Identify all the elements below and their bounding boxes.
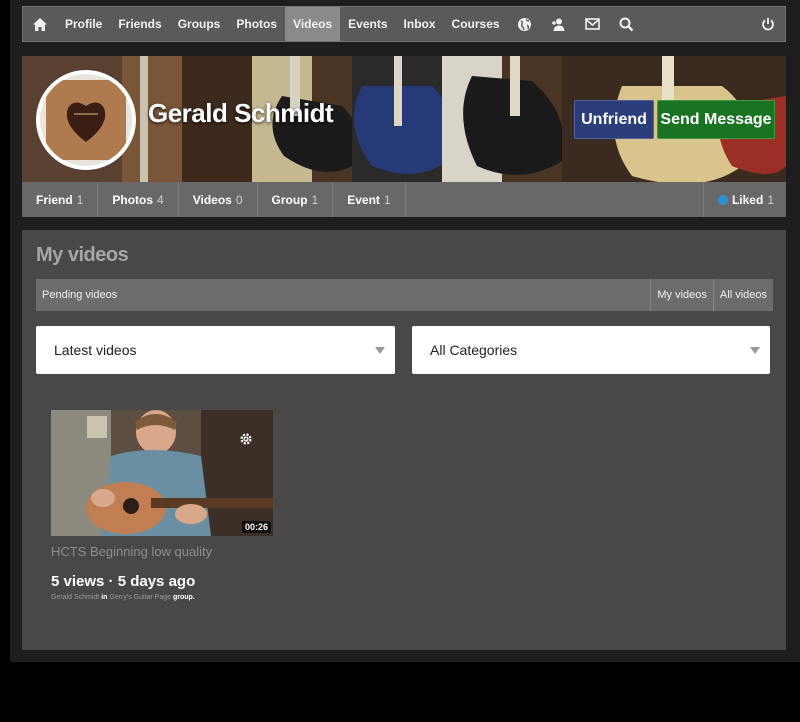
category-select-value: All Categories (430, 342, 518, 358)
all-videos-link[interactable]: All videos (712, 279, 773, 311)
nav-courses[interactable]: Courses (444, 7, 508, 41)
liked-button[interactable]: Liked 1 (702, 182, 786, 217)
gear-icon[interactable] (239, 432, 253, 451)
mail-button[interactable] (576, 7, 610, 41)
tab-count: 0 (235, 192, 243, 207)
video-thumbnail[interactable]: 00:26 (51, 410, 273, 536)
home-button[interactable] (23, 7, 57, 41)
video-duration: 00:26 (241, 521, 271, 533)
tab-label: Videos (192, 192, 232, 207)
nav-friends[interactable]: Friends (110, 7, 169, 41)
friend-requests-icon (551, 17, 566, 32)
sort-select[interactable]: Latest videos (36, 326, 395, 374)
my-videos-link[interactable]: My videos (650, 279, 713, 311)
video-meta-group: group. (172, 594, 195, 601)
nav-videos[interactable]: Videos (285, 7, 341, 41)
nav-groups[interactable]: Groups (170, 7, 229, 41)
globe-button[interactable] (508, 7, 542, 41)
tab-event[interactable]: Event 1 (333, 182, 406, 217)
video-card: 00:26 HCTS Beginning low quality 5 views… (51, 410, 273, 601)
videos-subnav: Pending videos My videos All videos (36, 279, 773, 311)
avatar[interactable] (36, 70, 136, 170)
tab-videos[interactable]: Videos 0 (179, 182, 258, 217)
tab-label: Photos (112, 192, 154, 207)
pending-videos-link[interactable]: Pending videos (36, 279, 123, 311)
send-message-button[interactable]: Send Message (657, 100, 775, 139)
chevron-down-icon (750, 347, 760, 354)
tab-count: 1 (76, 192, 84, 207)
profile-tabs: Friend 1 Photos 4 Videos 0 Group 1 Event… (22, 182, 786, 217)
search-button[interactable] (610, 7, 644, 41)
profile-cover: Gerald Schmidt Unfriend Send Message (22, 56, 786, 182)
tab-label: Group (271, 192, 308, 207)
tab-group[interactable]: Group 1 (258, 182, 334, 217)
video-author-link[interactable]: Gerald Schmidt (51, 594, 99, 601)
nav-photos[interactable]: Photos (228, 7, 285, 41)
logout-button[interactable] (751, 7, 785, 41)
profile-name: Gerald Schmidt (148, 98, 334, 128)
chevron-down-icon (375, 347, 385, 354)
top-navigation: Profile Friends Groups Photos Videos Eve… (22, 6, 786, 42)
tab-count: 1 (311, 192, 319, 207)
avatar-photo (46, 80, 126, 160)
guitar-pick-logo (46, 80, 126, 160)
liked-label: Liked (731, 192, 764, 207)
power-icon (761, 17, 775, 31)
liked-count: 1 (767, 192, 774, 207)
video-meta: Gerald Schmidt in Gerry's Guitar Page gr… (51, 594, 273, 601)
globe-icon (517, 17, 532, 32)
tab-count: 1 (383, 192, 391, 207)
tab-photos[interactable]: Photos 4 (98, 182, 179, 217)
mail-icon (585, 18, 600, 30)
video-meta-in: in (101, 594, 108, 601)
tab-label: Friend (36, 192, 73, 207)
videos-panel: My videos Pending videos My videos All v… (22, 230, 786, 650)
page-title: My videos (36, 244, 129, 266)
like-icon (717, 194, 728, 205)
unfriend-button[interactable]: Unfriend (574, 100, 654, 139)
category-select[interactable]: All Categories (412, 326, 770, 374)
nav-profile[interactable]: Profile (57, 7, 110, 41)
video-stats: 5 views · 5 days ago (51, 573, 196, 590)
tab-friend[interactable]: Friend 1 (22, 182, 99, 217)
video-thumbnail-image (51, 410, 273, 536)
nav-events[interactable]: Events (340, 7, 395, 41)
tab-label: Event (347, 192, 380, 207)
search-icon (619, 17, 634, 32)
nav-inbox[interactable]: Inbox (396, 7, 444, 41)
tab-count: 4 (157, 192, 164, 207)
video-group-link[interactable]: Gerry's Guitar Page (109, 594, 171, 601)
friend-requests-button[interactable] (542, 7, 576, 41)
sort-select-value: Latest videos (54, 342, 137, 358)
video-title[interactable]: HCTS Beginning low quality (51, 544, 273, 559)
home-icon (32, 17, 48, 32)
